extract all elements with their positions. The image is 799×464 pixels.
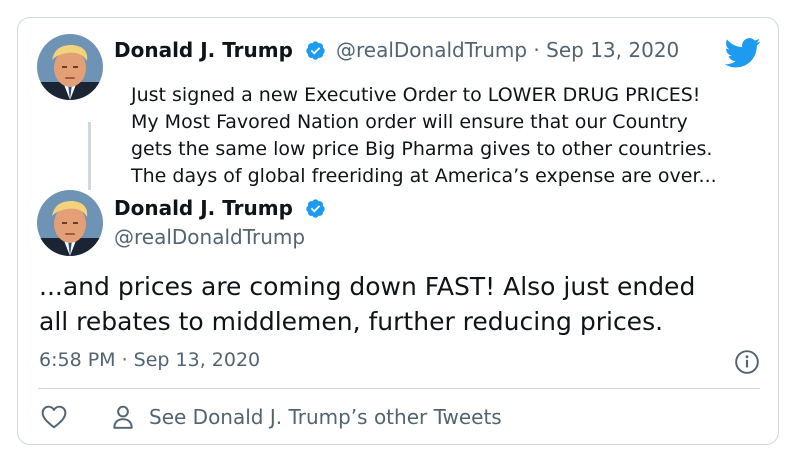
parent-handle-and-date[interactable]: @realDonaldTrump · Sep 13, 2020 [336,38,679,62]
parent-text-line: Just signed a new Executive Order to LOW… [131,84,701,106]
tweet-timestamp[interactable]: 6:58 PM · Sep 13, 2020 [39,349,260,371]
tweet-embed-card: Donald J. Trump @realDonaldTrump · Sep 1… [17,17,779,445]
twitter-bird-icon[interactable] [725,38,761,68]
parent-text-line: The days of global freeriding at America… [131,165,717,187]
main-text-line: ...and prices are coming down FAST! Also… [39,272,696,301]
thread-connector-line [88,122,91,190]
main-handle[interactable]: @realDonaldTrump [114,225,305,249]
person-icon [113,405,133,429]
main-tweet-text: ...and prices are coming down FAST! Also… [39,269,759,339]
parent-author-name[interactable]: Donald J. Trump [114,38,293,62]
heart-icon[interactable] [41,405,67,429]
verified-badge-icon [306,41,325,60]
parent-tweet-text: Just signed a new Executive Order to LOW… [131,82,781,190]
verified-badge-icon [306,199,325,218]
author-avatar[interactable] [37,34,103,100]
parent-text-line: My Most Favored Nation order will ensure… [131,111,688,133]
info-icon[interactable] [734,349,760,375]
author-avatar[interactable] [37,190,103,256]
main-author-name[interactable]: Donald J. Trump [114,196,293,220]
see-other-tweets-link[interactable]: See Donald J. Trump’s other Tweets [149,405,502,429]
main-text-line: all rebates to middlemen, further reduci… [39,307,664,336]
footer-divider [38,388,760,389]
parent-text-line: gets the same low price Big Pharma gives… [131,138,713,160]
